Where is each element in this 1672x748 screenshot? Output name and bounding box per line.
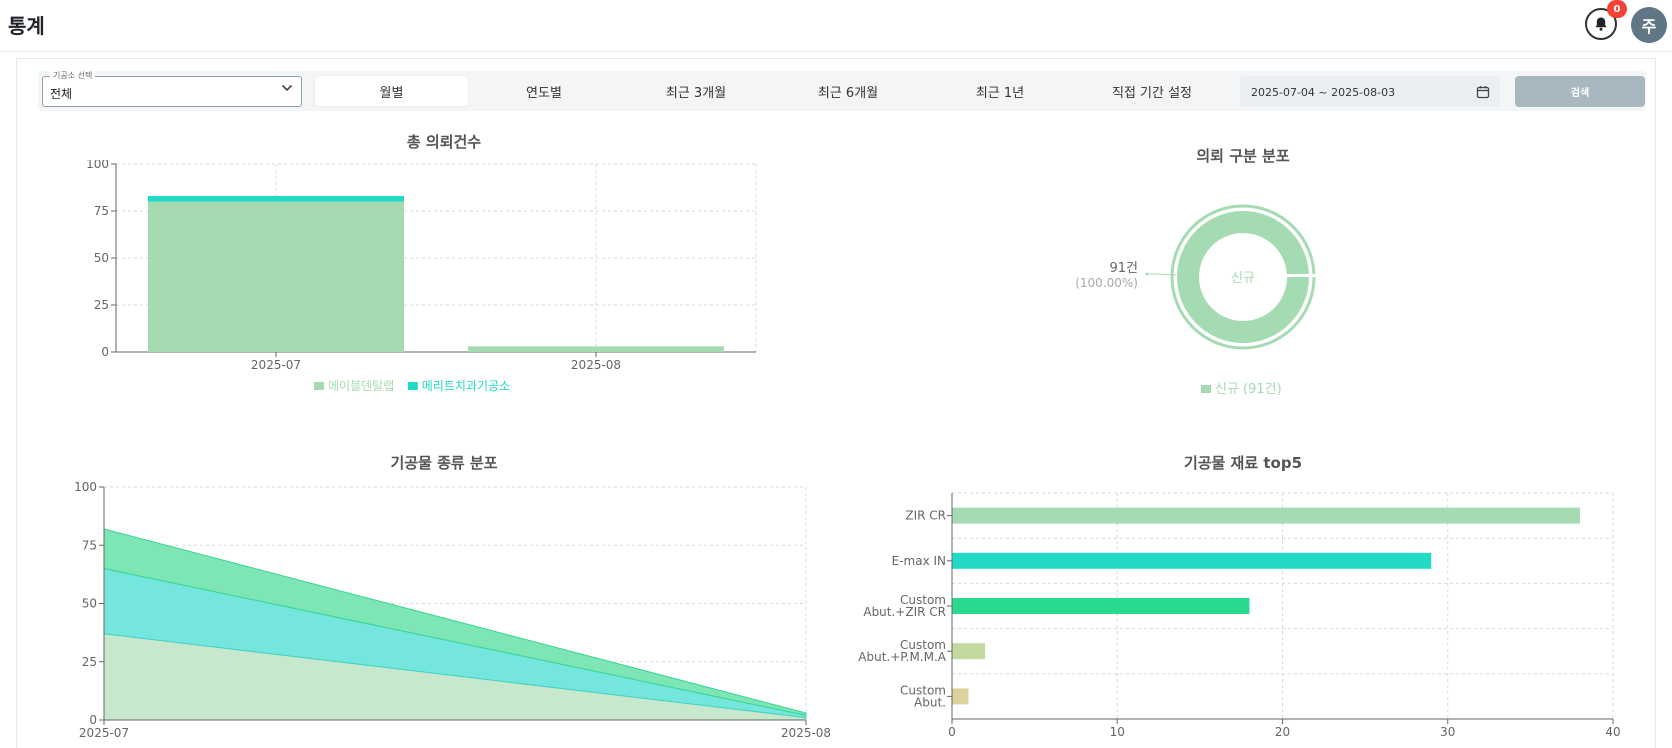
y-tick-label: 100 [74, 480, 97, 494]
bell-icon [1595, 17, 1607, 31]
bar-series-2 [148, 195, 404, 202]
search-button[interactable]: 검색 [1515, 76, 1645, 107]
legend-label: 메리트치과기공소 [422, 379, 510, 393]
total-requests-chart: 0 25 50 75 100 2025-07 2025-08 에이블덴탈랩 메리트치과기공소 [86, 160, 757, 393]
legend-swatch [407, 382, 418, 390]
x-tick-label: 0 [948, 725, 956, 739]
top-bar: 통계 0 주 [0, 0, 1672, 52]
period-6-months-button[interactable]: 최근 6개월 [772, 76, 924, 106]
bar [952, 507, 1580, 524]
total-requests-chart-title: 총 의뢰건수 [406, 133, 482, 151]
x-tick-label: 40 [1605, 725, 1620, 739]
y-tick-label: 75 [82, 538, 97, 552]
lab-select-value: 전체 [50, 87, 73, 101]
x-tick-label: 10 [1110, 725, 1125, 739]
donut-callout-value: 91건 [1109, 261, 1138, 276]
material-top5-chart-title: 기공물 재료 top5 [1183, 454, 1303, 472]
x-tick-label: 2025-07 [251, 358, 301, 372]
x-tick-label: 20 [1275, 725, 1290, 739]
x-tick-label: 2025-08 [781, 726, 831, 740]
y-tick-label: Abut.+ZIR CR [863, 605, 946, 619]
page-title: 통계 [8, 14, 45, 38]
period-3-months-button[interactable]: 최근 3개월 [620, 76, 772, 106]
legend-label: 신규 (91건) [1215, 382, 1282, 397]
donut-center-label: 신규 [1231, 271, 1255, 286]
avatar[interactable]: 주 [1631, 7, 1667, 43]
x-tick-label: 30 [1440, 725, 1455, 739]
period-1-year-button[interactable]: 최근 1년 [924, 76, 1076, 106]
calendar-icon[interactable] [1476, 85, 1490, 99]
bar [952, 598, 1250, 614]
period-yearly-button[interactable]: 연도별 [468, 76, 620, 106]
material-top5-chart: 0 10 20 30 40ZIR CRE-max INCustomAbut.+ZIR C… [858, 492, 1621, 739]
request-type-chart-title: 의뢰 구분 분포 [1196, 147, 1290, 165]
notification-count-badge: 0 [1607, 0, 1627, 18]
donut-callout-dot [1145, 272, 1149, 276]
request-type-donut-chart: 신규 91건(100.00%) 신규 (91건) [1075, 204, 1318, 397]
x-tick-label: 2025-07 [79, 726, 129, 740]
y-tick-label: Abut.+P.M.M.A [858, 650, 947, 664]
y-tick-label: 50 [94, 251, 109, 265]
lab-select[interactable] [42, 76, 302, 107]
legend-label: 에이블덴탈랩 [328, 379, 394, 393]
bar-series-1 [468, 346, 724, 352]
y-tick-label: 0 [101, 345, 109, 359]
y-tick-label: 0 [89, 713, 97, 727]
donut-callout-percent: (100.00%) [1075, 276, 1138, 290]
legend-swatch [1201, 385, 1211, 393]
chevron-down-icon [281, 84, 293, 92]
y-tick-label: 25 [94, 298, 109, 312]
lab-select-label: 기공소 선택 [50, 71, 96, 80]
y-tick-label: ZIR CR [905, 509, 946, 523]
bar [952, 688, 969, 705]
period-monthly-button[interactable]: 월별 [315, 76, 468, 106]
donut-slice-gap [1286, 274, 1318, 277]
bar-series-1 [148, 201, 404, 352]
bar [952, 643, 986, 660]
prosthesis-type-chart-title: 기공물 종류 분포 [390, 454, 498, 472]
y-tick-label: 100 [86, 160, 109, 171]
x-tick-label: 2025-08 [571, 358, 621, 372]
prosthesis-type-area-chart: 0 25 50 75 100 2025-07 2025-08 [74, 480, 831, 740]
y-tick-label: 75 [94, 204, 109, 218]
y-tick-label: Abut. [914, 695, 946, 709]
y-tick-label: E-max IN [892, 554, 946, 568]
date-range-value: 2025-07-04 ~ 2025-08-03 [1251, 86, 1396, 99]
legend-swatch [314, 382, 324, 390]
y-tick-label: 50 [82, 597, 97, 611]
period-custom-button[interactable]: 직접 기간 설정 [1076, 76, 1228, 106]
y-tick-label: 25 [82, 655, 97, 669]
bar [952, 552, 1432, 569]
